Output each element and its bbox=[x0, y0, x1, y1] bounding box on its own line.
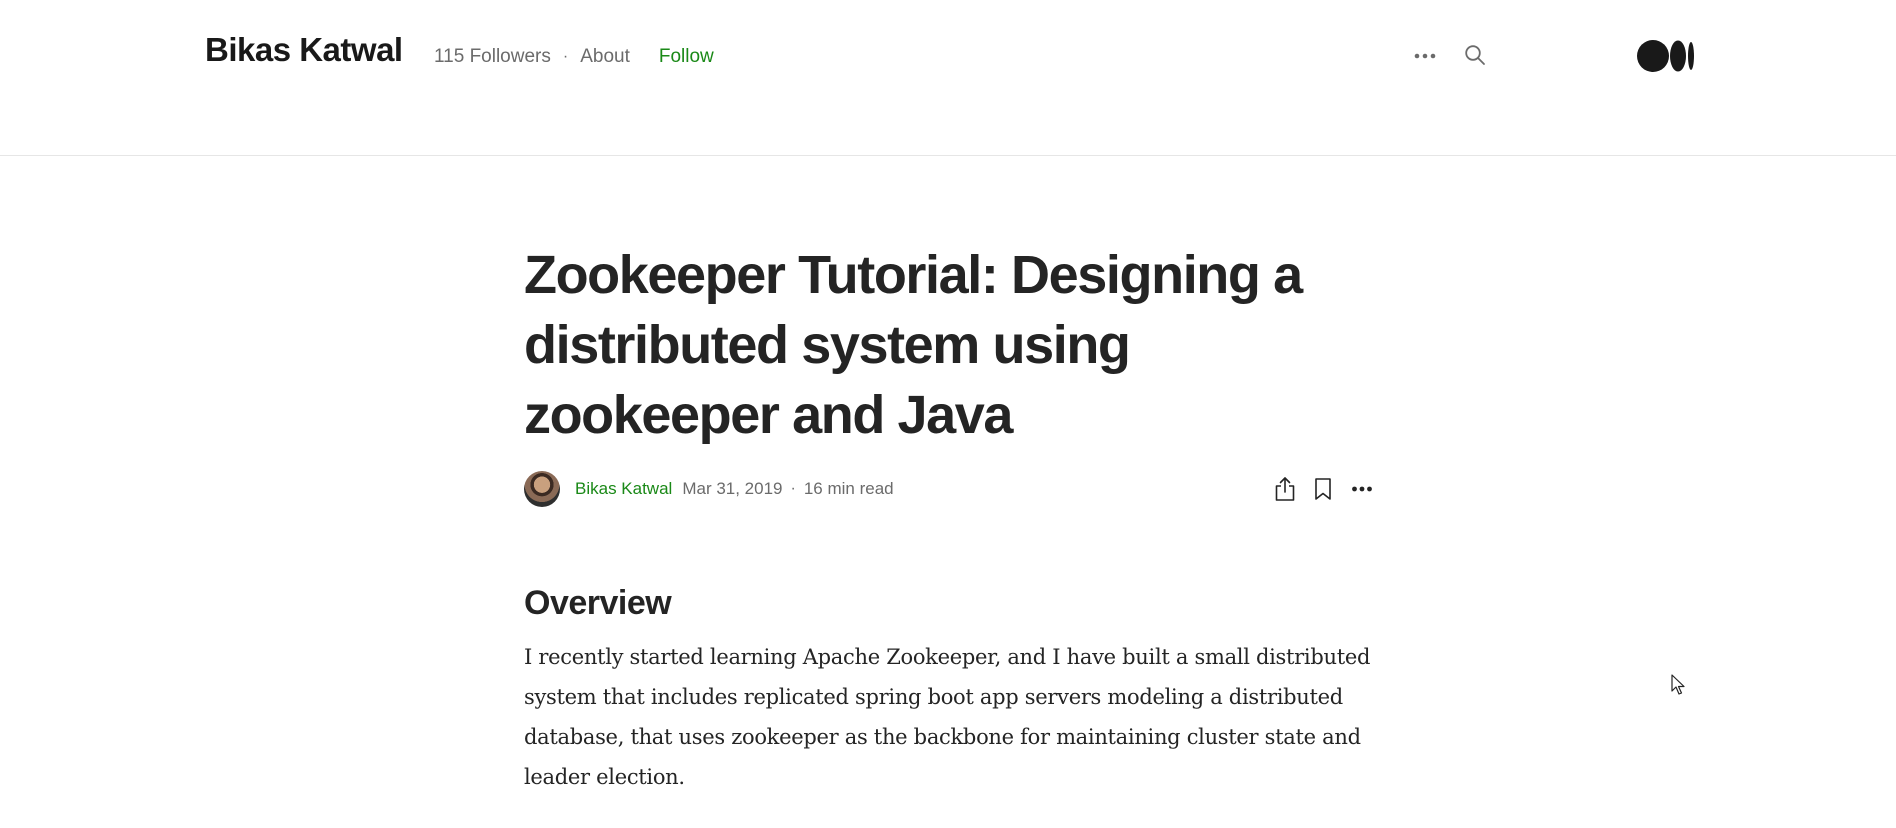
more-horizontal-icon bbox=[1414, 53, 1436, 59]
meta-separator: · bbox=[562, 48, 569, 65]
bookmark-icon bbox=[1315, 478, 1331, 500]
search-icon bbox=[1465, 45, 1485, 65]
byline-separator: · bbox=[790, 480, 796, 497]
more-horizontal-icon bbox=[1352, 486, 1372, 492]
more-actions-button[interactable] bbox=[1348, 475, 1376, 503]
article-actions bbox=[1272, 470, 1376, 508]
publish-date: Mar 31, 2019 bbox=[682, 479, 783, 498]
mouse-cursor-icon bbox=[1671, 674, 1685, 695]
article-byline: Bikas Katwal Mar 31, 2019 · 16 min read bbox=[524, 470, 1376, 508]
publication-name[interactable]: Bikas Katwal bbox=[205, 30, 403, 70]
section-heading: Overview bbox=[524, 584, 672, 622]
search-button[interactable] bbox=[1462, 42, 1488, 68]
bookmark-button[interactable] bbox=[1312, 475, 1334, 503]
article-paragraph: I recently started learning Apache Zooke… bbox=[524, 645, 1371, 789]
top-navigation-bar: Bikas Katwal 115 Followers · About Follo… bbox=[0, 0, 1896, 156]
share-icon bbox=[1275, 477, 1295, 501]
medium-logo-icon bbox=[1637, 40, 1694, 72]
about-link[interactable]: About bbox=[580, 44, 630, 70]
author-name-link[interactable]: Bikas Katwal bbox=[575, 479, 672, 499]
article-header: Zookeeper Tutorial: Designing a distribu… bbox=[524, 240, 1384, 450]
followers-count[interactable]: 115 Followers bbox=[434, 44, 551, 70]
article-title: Zookeeper Tutorial: Designing a distribu… bbox=[524, 245, 1303, 445]
more-options-button[interactable] bbox=[1410, 44, 1440, 68]
author-meta-nav: 115 Followers · About Follow bbox=[434, 44, 714, 70]
follow-button[interactable]: Follow bbox=[659, 44, 714, 70]
author-avatar[interactable] bbox=[524, 471, 560, 507]
share-button[interactable] bbox=[1272, 475, 1298, 503]
medium-home-link[interactable] bbox=[1636, 38, 1696, 74]
read-time: 16 min read bbox=[803, 479, 894, 498]
